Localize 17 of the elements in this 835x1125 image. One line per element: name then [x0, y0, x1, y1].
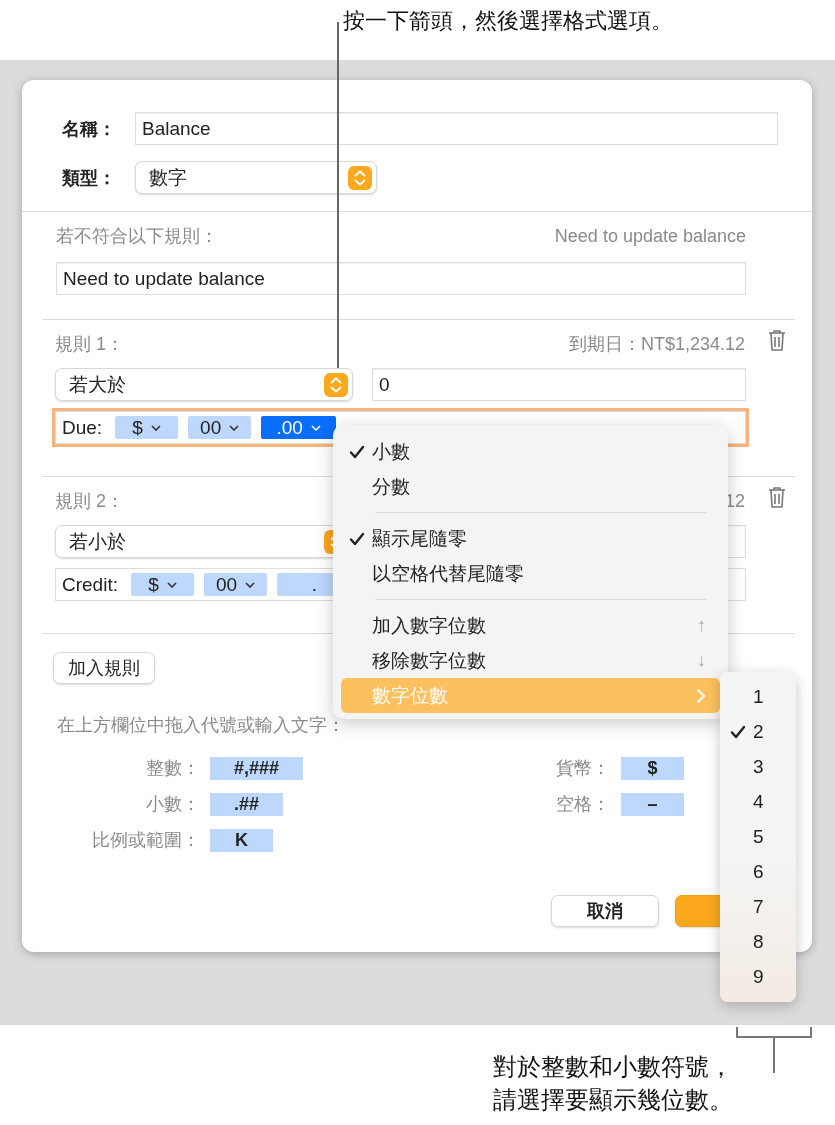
symbol-label: 小數： [145, 793, 200, 816]
preview-text: Need to update balance [554, 225, 746, 247]
callout-text: 按一下箭頭，然後選擇格式選項。 [342, 7, 674, 35]
symbol-label: 比例或範圍： [91, 829, 200, 852]
rule-label: 規則 2： [55, 490, 124, 513]
shortcut-text: ↑ [697, 615, 706, 636]
shortcut-text: ↓ [697, 650, 706, 671]
preview-text: 到期日：NT$1,234.12 [568, 333, 745, 356]
field-label: 名稱： [62, 117, 117, 141]
callout-text: 對於整數和小數符號， 請選擇要顯示幾位數。 [493, 1052, 733, 1115]
rule-label: 規則 1： [55, 333, 124, 356]
hint-text: 在上方欄位中拖入代號或輸入文字： [57, 714, 345, 737]
section-label: 若不符合以下規則： [56, 225, 218, 248]
symbol-label: 空格： [555, 793, 610, 816]
field-label: 類型： [62, 166, 117, 190]
symbol-label: 貨幣： [555, 757, 610, 780]
symbol-label: 整數： [145, 757, 200, 780]
